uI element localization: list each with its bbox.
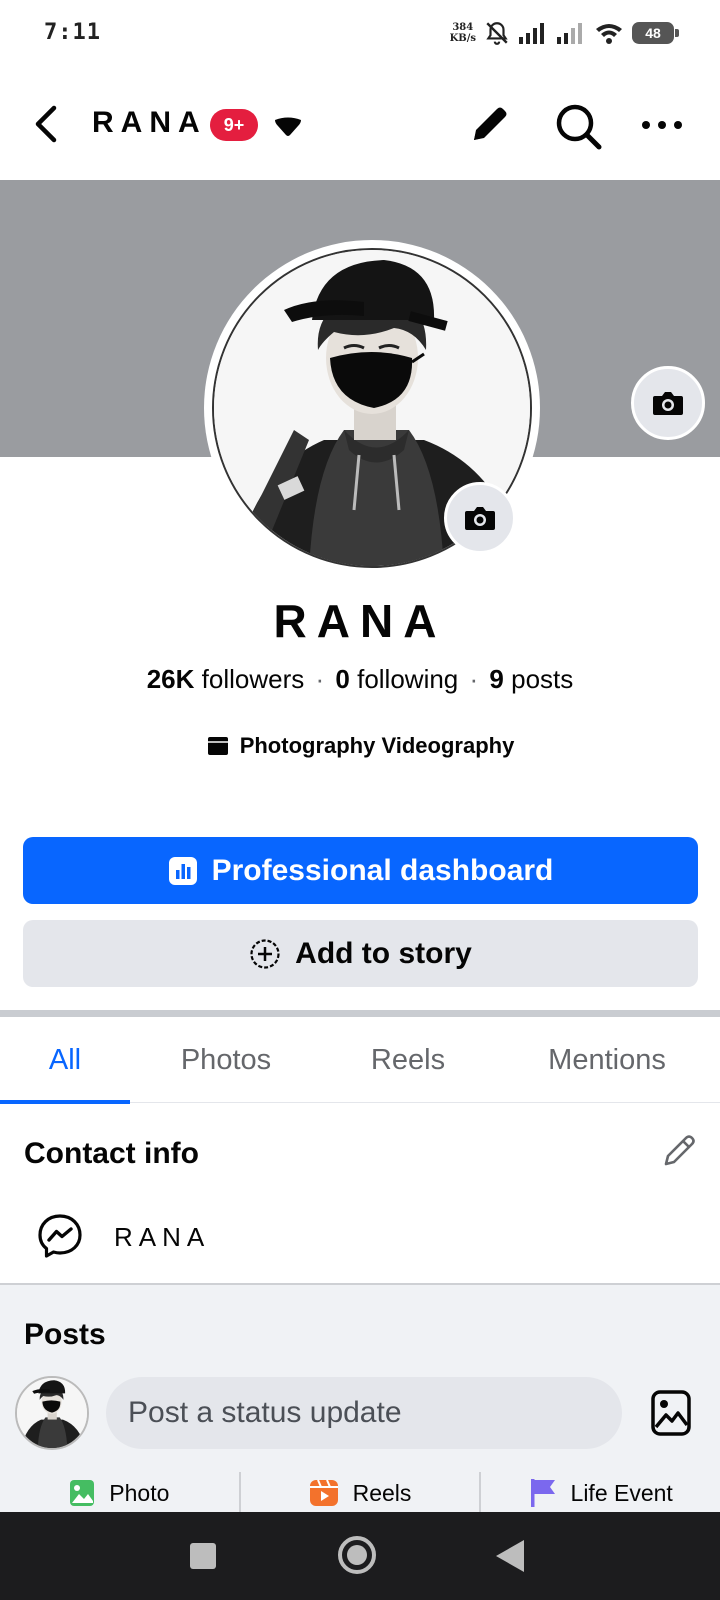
add-circle-icon (250, 938, 280, 969)
section-divider (0, 1010, 720, 1017)
notification-badge: 9+ (210, 109, 258, 141)
edit-contact-icon[interactable] (660, 1132, 698, 1170)
system-back-button[interactable] (496, 1540, 524, 1572)
back-icon[interactable] (28, 102, 64, 146)
stats-separator: · (469, 664, 479, 694)
recent-apps-button[interactable] (190, 1543, 216, 1569)
life-event-action-button[interactable]: Life Event (481, 1474, 720, 1512)
professional-dashboard-label: Professional dashboard (211, 853, 554, 887)
following-count[interactable]: 0 (335, 664, 349, 694)
avatar-illustration (17, 1378, 87, 1448)
professional-dashboard-button[interactable]: Professional dashboard (23, 837, 698, 904)
add-to-story-label: Add to story (295, 936, 472, 970)
battery-indicator: 48 (632, 22, 679, 44)
edit-cover-button[interactable] (631, 366, 705, 440)
mute-icon (486, 22, 508, 45)
posts-count: 9 (489, 664, 504, 694)
photo-action-label: Photo (109, 1479, 170, 1506)
reels-icon (309, 1479, 338, 1506)
photo-upload-icon[interactable] (650, 1389, 692, 1437)
life-event-action-label: Life Event (570, 1479, 673, 1506)
system-navigation-bar (0, 1512, 720, 1600)
following-label[interactable]: following (357, 664, 458, 694)
tab-photos[interactable]: Photos (130, 1017, 322, 1103)
status-time: 7:11 (44, 20, 101, 45)
more-options-icon[interactable] (640, 110, 684, 140)
home-button[interactable] (338, 1536, 376, 1574)
top-app-bar: RANA 9+ (0, 66, 720, 180)
contact-messenger-row[interactable]: RANA (0, 1208, 720, 1280)
clapperboard-icon (207, 737, 228, 755)
search-icon[interactable] (554, 102, 604, 152)
pencil-icon[interactable] (466, 102, 512, 148)
reels-action-label: Reels (352, 1479, 412, 1506)
status-icons: 384 KB/s 48 (449, 16, 679, 50)
tab-reels[interactable]: Reels (322, 1017, 494, 1103)
photo-icon (70, 1480, 95, 1506)
network-speed: 384 KB/s (449, 22, 476, 44)
stats-separator: · (315, 664, 325, 694)
camera-icon (653, 392, 683, 415)
chevron-down-icon[interactable] (272, 116, 304, 138)
profile-name: RANA (273, 595, 447, 647)
status-update-input[interactable]: Post a status update (106, 1377, 622, 1449)
profile-category: Photography Videography (0, 733, 720, 759)
contact-info-title: Contact info (24, 1137, 199, 1170)
composer-avatar[interactable] (15, 1376, 89, 1450)
post-actions-row: Photo Reels Life Event (0, 1472, 720, 1512)
status-bar: 7:11 384 KB/s 48 (0, 0, 720, 66)
tab-all[interactable]: All (0, 1017, 130, 1104)
messenger-icon (38, 1214, 82, 1258)
posts-title: Posts (24, 1318, 106, 1351)
followers-count[interactable]: 26K (147, 664, 195, 694)
wifi-icon (596, 24, 622, 44)
signal-icon-2 (557, 23, 582, 44)
flag-icon (530, 1479, 555, 1507)
camera-icon (465, 507, 495, 530)
dashboard-icon (168, 856, 197, 885)
profile-tabs: All Photos Reels Mentions (0, 1017, 720, 1104)
messenger-username: RANA (114, 1222, 211, 1252)
tab-mentions[interactable]: Mentions (494, 1017, 720, 1103)
posts-label: posts (511, 664, 574, 694)
photo-action-button[interactable]: Photo (0, 1474, 239, 1512)
edit-avatar-button[interactable] (444, 482, 516, 554)
signal-icon (519, 23, 544, 44)
reels-action-button[interactable]: Reels (241, 1474, 480, 1512)
profile-stats: 26K followers · 0 following · 9 posts (0, 664, 720, 695)
header-title[interactable]: RANA (92, 106, 207, 140)
category-label: Photography Videography (239, 733, 515, 758)
add-to-story-button[interactable]: Add to story (23, 920, 698, 987)
followers-label[interactable]: followers (202, 664, 305, 694)
